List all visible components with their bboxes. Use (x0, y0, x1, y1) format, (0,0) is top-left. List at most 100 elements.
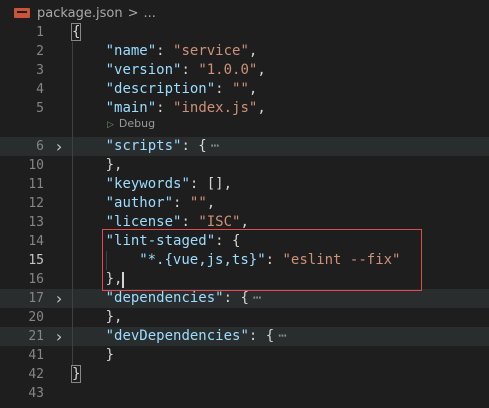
code-line[interactable]: 20}, (0, 308, 489, 327)
code-line[interactable]: 5 "main": "index.js", (0, 99, 489, 118)
code-text: "keywords": [], (106, 175, 232, 194)
debug-label: Debug (118, 117, 156, 130)
code-line[interactable]: 11 "keywords": [], (0, 175, 489, 194)
folded-region-ellipsis[interactable]: ⋯ (211, 138, 219, 154)
json-punctuation: : (181, 214, 199, 230)
breadcrumb-ellipsis[interactable]: ... (144, 6, 156, 21)
json-punctuation: , (206, 195, 216, 211)
json-key: "license" (105, 214, 182, 230)
code-text: "devDependencies": {⋯ (106, 327, 287, 346)
json-key: "version" (105, 62, 182, 78)
json-punctuation: { (70, 23, 82, 41)
code-line[interactable]: 1{ (0, 23, 489, 42)
folded-region-ellipsis[interactable]: ⋯ (278, 328, 286, 344)
code-text: }, (106, 308, 123, 327)
line-number: 11 (28, 177, 44, 192)
fold-chevron-icon[interactable]: › (54, 289, 64, 308)
indent-guide (72, 42, 73, 365)
line-number: 6 (36, 139, 44, 154)
line-number: 20 (28, 310, 44, 325)
json-punctuation: : (181, 62, 199, 78)
json-key: "devDependencies" (105, 328, 249, 344)
code-line[interactable]: 17 › "dependencies": {⋯ (0, 289, 489, 308)
code-text: "dependencies": {⋯ (106, 289, 262, 308)
code-line[interactable]: 4 "description": "", (0, 80, 489, 99)
json-punctuation: } (105, 347, 115, 363)
json-punctuation: , (257, 62, 266, 78)
play-icon: ▷ (107, 120, 114, 130)
code-text: "description": "", (106, 80, 258, 99)
codelens-debug[interactable]: ▷ Debug (107, 117, 155, 130)
json-punctuation: }, (105, 157, 123, 173)
line-number: 41 (28, 348, 44, 363)
code-text: "version": "1.0.0", (106, 61, 266, 80)
json-key: "author" (105, 195, 174, 211)
json-punctuation: : [], (189, 176, 233, 192)
json-string: "ISC" (198, 214, 241, 230)
json-key: "main" (105, 100, 157, 116)
line-number: 17 (28, 291, 44, 306)
code-text: "author": "", (106, 194, 216, 213)
indent-guide (106, 251, 107, 270)
line-number: 12 (28, 196, 44, 211)
json-punctuation: , (248, 81, 258, 97)
json-punctuation: } (70, 365, 82, 383)
json-key: "name" (105, 43, 157, 59)
line-number: 15 (28, 253, 44, 268)
json-string: "index.js" (173, 100, 258, 116)
json-punctuation: : (156, 43, 174, 59)
breadcrumb-file[interactable]: package.json (37, 6, 123, 21)
code-text: }, (106, 156, 123, 175)
json-string: "service" (173, 43, 249, 59)
json-punctuation: : (156, 100, 174, 116)
code-text: "name": "service", (106, 42, 258, 61)
code-line[interactable]: 43 (0, 384, 489, 403)
folded-region-ellipsis[interactable]: ⋯ (253, 290, 261, 306)
json-string: "1.0.0" (198, 62, 258, 78)
code-text: } (106, 346, 114, 365)
line-number: 42 (28, 367, 44, 382)
json-punctuation: : { (223, 290, 249, 306)
code-line[interactable]: 21 › "devDependencies": {⋯ (0, 327, 489, 346)
line-number: 1 (36, 25, 44, 40)
chevron-right-icon: > (127, 5, 139, 21)
json-string: "" (189, 195, 207, 211)
line-number: 2 (36, 44, 44, 59)
json-punctuation: , (257, 100, 266, 116)
json-punctuation: : (215, 81, 233, 97)
line-number: 16 (28, 272, 44, 287)
line-number: 43 (28, 386, 44, 401)
code-text: } (70, 365, 82, 384)
json-punctuation: : { (181, 138, 207, 154)
json-punctuation: , (240, 214, 249, 230)
json-punctuation: : (173, 195, 190, 211)
line-number: 10 (28, 158, 44, 173)
line-number: 14 (28, 234, 44, 249)
json-punctuation: }, (105, 309, 123, 325)
code-line[interactable]: 3 "version": "1.0.0", (0, 61, 489, 80)
code-line[interactable]: 6 › "scripts": {⋯ (0, 137, 489, 156)
line-number: 13 (28, 215, 44, 230)
code-line[interactable]: 10}, (0, 156, 489, 175)
code-line[interactable]: 12 "author": "", (0, 194, 489, 213)
json-key: "scripts" (105, 138, 182, 154)
json-string: "" (232, 81, 249, 97)
json-file-icon (14, 8, 30, 18)
json-key: "keywords" (105, 176, 190, 192)
json-key: "dependencies" (105, 290, 224, 306)
line-number: 4 (36, 82, 44, 97)
code-line[interactable]: 41} (0, 346, 489, 365)
fold-chevron-icon[interactable]: › (54, 137, 64, 156)
line-number: 21 (28, 329, 44, 344)
text-cursor (122, 272, 125, 288)
highlight-box (102, 229, 422, 291)
code-text: "main": "index.js", (106, 99, 266, 118)
code-line[interactable]: 42} (0, 365, 489, 384)
json-punctuation: : { (248, 328, 275, 344)
code-line[interactable]: 2 "name": "service", (0, 42, 489, 61)
fold-chevron-icon[interactable]: › (54, 327, 64, 346)
json-punctuation: , (248, 43, 258, 59)
code-text: { (70, 23, 82, 42)
line-number: 3 (36, 63, 44, 78)
code-text: "scripts": {⋯ (106, 137, 220, 156)
